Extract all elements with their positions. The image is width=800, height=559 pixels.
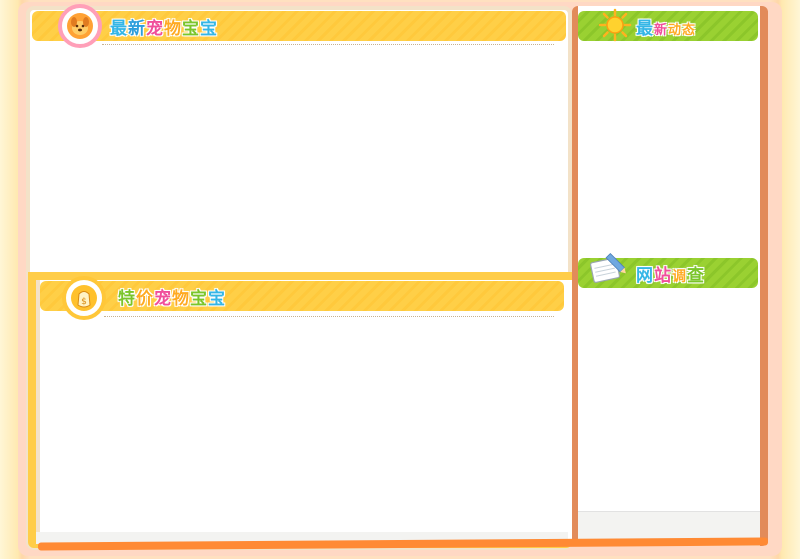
title-char: 宠: [154, 289, 172, 309]
site-survey-title: 网站调查: [636, 261, 705, 286]
title-char: 宝: [208, 289, 226, 309]
title-char: 价: [136, 289, 154, 309]
title-char: 宝: [182, 19, 200, 39]
svg-text:$: $: [81, 297, 87, 307]
title-char: 宝: [190, 289, 208, 309]
title-char: 新: [128, 19, 146, 39]
title-char: 最: [636, 19, 654, 39]
sun-icon: [598, 8, 632, 46]
title-char: 物: [164, 19, 182, 39]
title-char: 站: [654, 266, 672, 286]
money-bag-icon: $: [62, 276, 106, 320]
title-char: 态: [682, 23, 697, 38]
special-pets-title-bar: 特价宠物宝宝: [40, 281, 564, 311]
notepad-pencil-icon: [586, 250, 630, 290]
title-char: 动: [668, 23, 683, 38]
title-char: 网: [636, 266, 654, 286]
new-pets-title: 最新宠物宝宝: [110, 14, 218, 39]
special-pets-content: [36, 280, 572, 542]
latest-news-title: 最新动态: [636, 14, 696, 39]
title-char: 新: [654, 23, 669, 38]
title-divider: [102, 44, 554, 45]
title-char: 宠: [146, 19, 164, 39]
title-char: 宝: [200, 19, 218, 39]
title-divider: [104, 316, 554, 317]
title-char: 特: [118, 289, 136, 309]
title-char: 查: [687, 266, 705, 286]
title-char: 调: [672, 269, 687, 285]
title-char: 最: [110, 19, 128, 39]
title-char: 物: [172, 289, 190, 309]
dog-icon: [58, 4, 102, 48]
new-pets-title-bar: 最新宠物宝宝: [32, 11, 566, 41]
special-pets-title: 特价宠物宝宝: [118, 284, 226, 309]
